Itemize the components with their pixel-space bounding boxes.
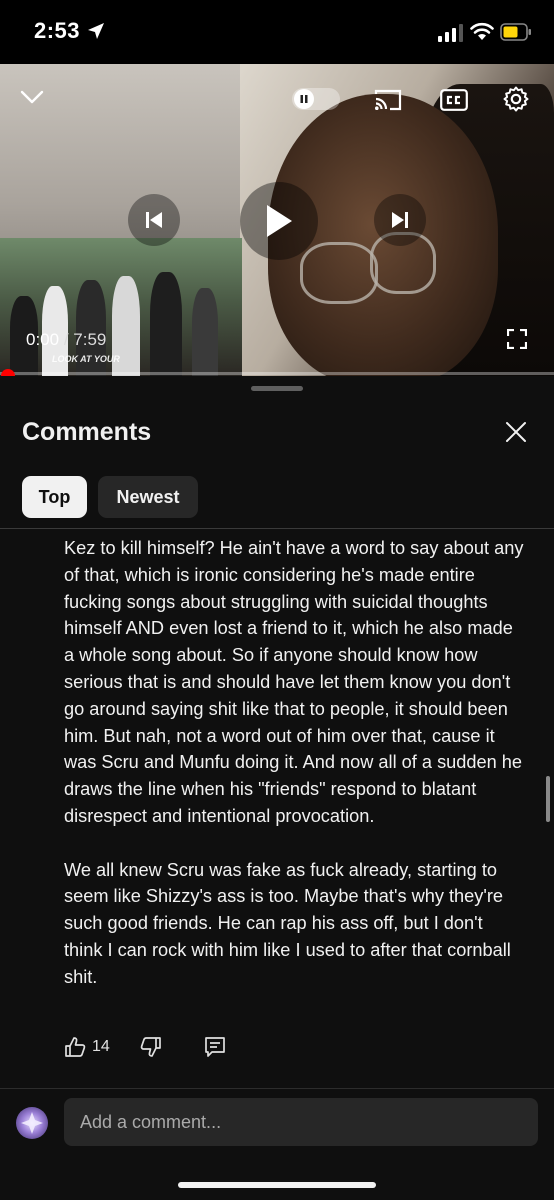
current-time: 0:00	[26, 330, 60, 349]
video-duration: 7:59	[73, 330, 107, 349]
comment-paragraph: We all knew Scru was fake as fuck alread…	[64, 859, 511, 987]
thumbs-down-icon[interactable]	[140, 1036, 162, 1058]
comment-text: Kez to kill himself? He ain't have a wor…	[64, 535, 526, 991]
composer-divider	[0, 1088, 554, 1089]
location-arrow-icon	[88, 23, 104, 39]
thumbs-up-icon[interactable]	[64, 1036, 86, 1058]
minimize-button[interactable]	[18, 86, 46, 108]
drag-handle[interactable]	[251, 386, 303, 391]
inset-caption: LOOK AT YOUR	[52, 354, 120, 364]
scrollbar[interactable]	[546, 776, 550, 822]
video-inset-clip	[0, 238, 242, 376]
video-player[interactable]: LOOK AT YOUR 0:00 / 7:59	[0, 64, 554, 376]
comment-actions: 14	[64, 1034, 226, 1060]
captions-button[interactable]	[438, 86, 470, 114]
autoplay-toggle-icon	[294, 89, 314, 109]
tab-top[interactable]: Top	[22, 476, 87, 518]
cast-button[interactable]	[372, 86, 404, 114]
tab-newest[interactable]: Newest	[98, 476, 198, 518]
time-separator: /	[59, 330, 74, 349]
fullscreen-button[interactable]	[506, 328, 528, 350]
close-comments-button[interactable]	[504, 420, 528, 444]
play-button[interactable]	[240, 182, 318, 260]
add-comment-placeholder: Add a comment...	[80, 1112, 222, 1132]
settings-button[interactable]	[501, 84, 531, 114]
video-timecode: 0:00 / 7:59	[26, 330, 106, 350]
like-count: 14	[92, 1038, 110, 1055]
avatar	[16, 1107, 48, 1139]
cast-icon	[374, 89, 402, 111]
closed-captions-icon	[440, 89, 468, 111]
inset-figure	[150, 272, 182, 376]
previous-button[interactable]	[128, 194, 180, 246]
chevron-down-icon	[20, 90, 44, 104]
next-icon	[392, 212, 408, 228]
wifi-icon	[470, 22, 494, 40]
comments-divider	[0, 528, 554, 529]
status-time: 2:53	[34, 18, 81, 43]
battery-icon	[500, 23, 531, 41]
close-icon	[506, 422, 526, 442]
status-bar: 2:53	[0, 0, 554, 64]
reply-icon[interactable]	[204, 1036, 226, 1058]
next-button[interactable]	[374, 194, 426, 246]
play-icon	[267, 205, 292, 237]
add-comment-input[interactable]: Add a comment...	[64, 1098, 538, 1146]
autoplay-toggle[interactable]	[292, 88, 340, 110]
progress-bar[interactable]	[0, 372, 554, 375]
progress-scrubber[interactable]	[1, 369, 15, 376]
inset-figure	[192, 288, 218, 376]
previous-icon	[146, 212, 162, 228]
comments-title: Comments	[22, 418, 152, 446]
fullscreen-icon	[507, 329, 527, 349]
comment-paragraph: Kez to kill himself? He ain't have a wor…	[64, 538, 524, 826]
avatar-image	[21, 1112, 43, 1134]
signal-icon	[438, 24, 463, 42]
video-subject-glasses-left	[300, 242, 378, 304]
settings-gear-icon	[503, 86, 529, 112]
home-indicator[interactable]	[178, 1182, 376, 1188]
